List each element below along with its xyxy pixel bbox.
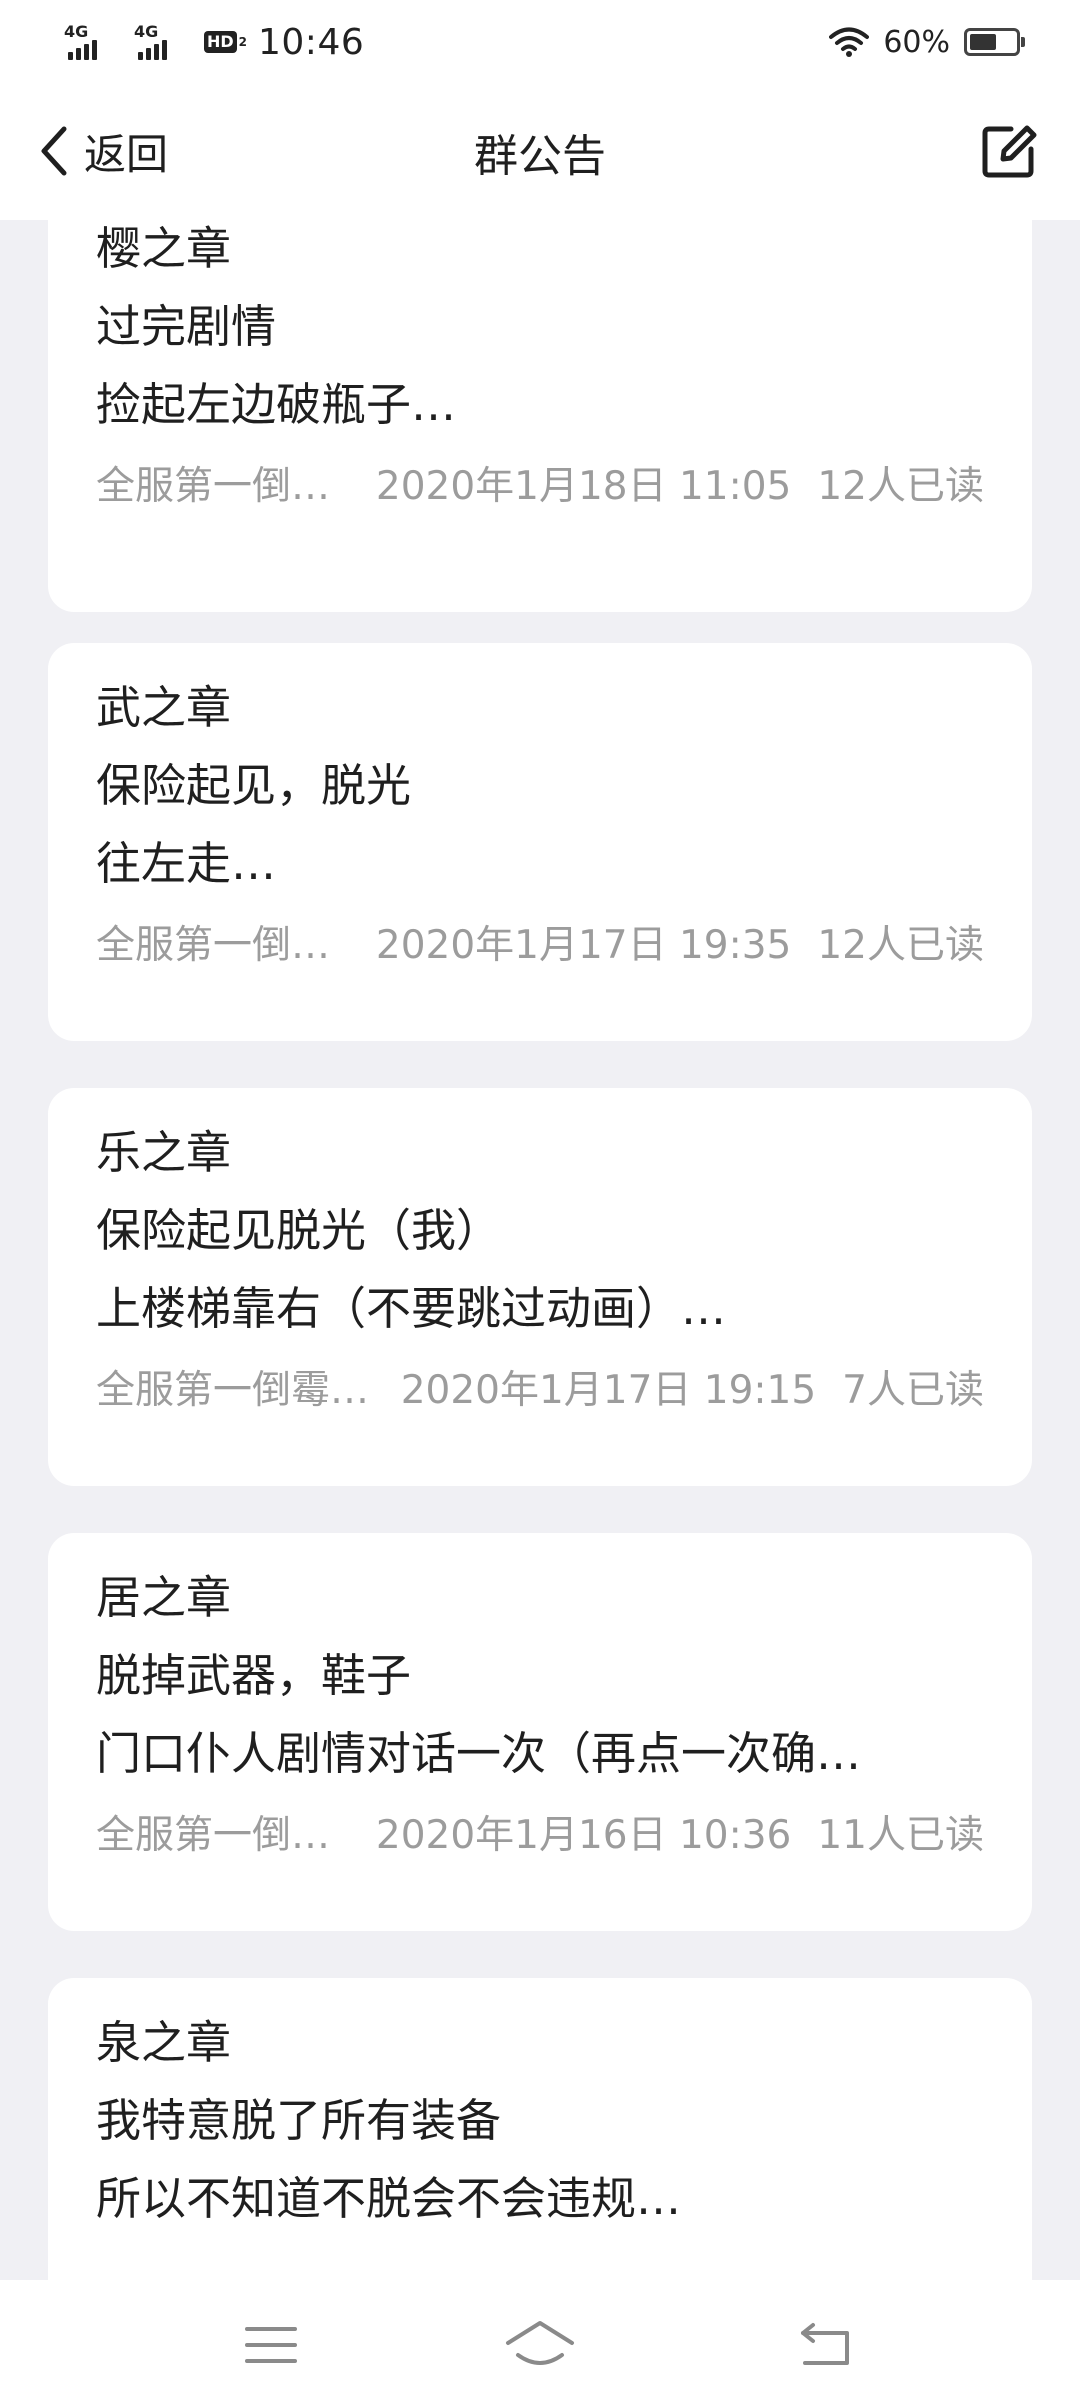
announcement-date: 2020年1月17日 19:35 <box>375 923 792 968</box>
announcement-line: 我特意脱了所有装备 <box>96 2094 502 2147</box>
announcement-meta: 全服第一倒… 2020年1月18日 11:05 12人已读 <box>96 452 984 522</box>
announcement-author: 全服第一倒霉… <box>96 1368 370 1413</box>
edit-icon <box>982 125 1037 178</box>
menu-icon <box>245 2327 297 2363</box>
announcement-line: 门口仆人剧情对话一次（再点一次确… <box>96 1727 862 1780</box>
announcement-author: 全服第一倒… <box>96 464 331 509</box>
battery-fill <box>970 34 996 50</box>
home-icon <box>506 2321 574 2365</box>
page-title: 群公告 <box>474 131 606 182</box>
battery-percent: 60% <box>883 24 950 60</box>
announcement-line: 所以不知道不脱会不会违规… <box>96 2172 682 2225</box>
announcement-line: 往左走… <box>96 837 277 890</box>
signal-icon: 4G <box>134 22 190 62</box>
announcement-author: 全服第一倒… <box>96 923 331 968</box>
announcement-card[interactable]: 居之章 脱掉武器，鞋子 门口仆人剧情对话一次（再点一次确… 全服第一倒… 202… <box>48 1533 1032 1931</box>
status-bar: 4G 4G HD 2 10:46 60% <box>0 0 1080 80</box>
announcement-title: 武之章 <box>96 681 232 734</box>
announcement-date: 2020年1月17日 19:15 <box>400 1368 817 1413</box>
announcement-title: 居之章 <box>96 1571 232 1624</box>
menu-button[interactable] <box>231 2310 311 2380</box>
status-bar-left: 4G 4G HD 2 10:46 <box>64 18 364 66</box>
read-count: 12人已读 <box>817 923 984 968</box>
read-count: 11人已读 <box>817 1813 984 1858</box>
signal-label: 4G <box>64 22 89 41</box>
announcement-list[interactable]: 樱之章 过完剧情 捡起左边破瓶子… 全服第一倒… 2020年1月18日 11:0… <box>0 220 1080 2280</box>
announcement-meta: 全服第一倒… 2020年1月16日 10:36 11人已读 <box>96 1801 984 1871</box>
hd-label: HD <box>204 31 237 53</box>
announcement-card[interactable]: 樱之章 过完剧情 捡起左边破瓶子… 全服第一倒… 2020年1月18日 11:0… <box>48 220 1032 612</box>
announcement-line: 保险起见，脱光 <box>96 759 412 812</box>
announcement-card[interactable]: 乐之章 保险起见脱光（我） 上楼梯靠右（不要跳过动画）… 全服第一倒霉… 202… <box>48 1088 1032 1486</box>
announcement-line: 脱掉武器，鞋子 <box>96 1649 412 1702</box>
announcement-author: 全服第一倒… <box>96 1813 331 1858</box>
hd-sub-label: 2 <box>238 35 248 49</box>
system-navigation-bar <box>0 2280 1080 2408</box>
announcement-title: 乐之章 <box>96 1126 232 1179</box>
announcement-line: 捡起左边破瓶子… <box>96 378 457 431</box>
hd-voice-icon: HD 2 <box>204 26 248 58</box>
read-count: 12人已读 <box>817 464 984 509</box>
system-back-button[interactable] <box>785 2310 865 2380</box>
announcement-line: 保险起见脱光（我） <box>96 1204 502 1257</box>
status-bar-right: 60% <box>829 20 1025 64</box>
read-count: 7人已读 <box>842 1368 984 1413</box>
announcement-date: 2020年1月18日 11:05 <box>375 464 792 509</box>
signal-label: 4G <box>134 22 159 41</box>
announcement-meta: 全服第一倒… 2020年1月17日 19:35 12人已读 <box>96 911 984 981</box>
announcement-meta: 全服第一倒霉… 2020年1月17日 19:15 7人已读 <box>96 1356 984 1426</box>
announcement-line: 过完剧情 <box>96 300 277 353</box>
edit-button[interactable] <box>974 116 1044 186</box>
announcement-date: 2020年1月16日 10:36 <box>375 1813 792 1858</box>
header: 返回 群公告 <box>0 80 1080 220</box>
announcement-card[interactable]: 武之章 保险起见，脱光 往左走… 全服第一倒… 2020年1月17日 19:35… <box>48 643 1032 1041</box>
home-button[interactable] <box>500 2310 580 2380</box>
announcement-card[interactable]: 泉之章 我特意脱了所有装备 所以不知道不脱会不会违规… <box>48 1978 1032 2280</box>
announcement-title: 樱之章 <box>96 222 232 275</box>
signal-icon: 4G <box>64 22 120 62</box>
back-icon <box>801 2323 849 2365</box>
announcement-line: 上楼梯靠右（不要跳过动画）… <box>96 1282 727 1335</box>
announcement-title: 泉之章 <box>96 2016 232 2069</box>
wifi-icon <box>829 27 870 57</box>
battery-icon <box>964 28 1025 56</box>
clock: 10:46 <box>258 21 365 63</box>
